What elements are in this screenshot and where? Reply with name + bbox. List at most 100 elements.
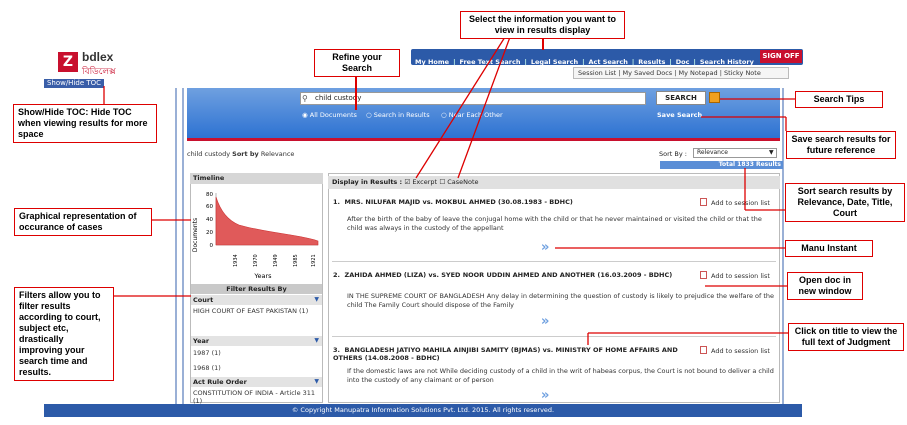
checkbox-excerpt[interactable]: ☑ Excerpt — [404, 178, 437, 186]
manu-instant-icon[interactable]: » — [541, 388, 549, 403]
y-tick: 80 — [206, 192, 213, 198]
save-search-link[interactable]: Save Search — [657, 111, 702, 119]
query-summary: child custody Sort by Relevance — [187, 150, 294, 158]
add-session-1[interactable]: Add to session list — [700, 198, 770, 207]
result-title-3[interactable]: 3. BANGLADESH JATIYO MAHILA AINJIBI SAMI… — [333, 346, 678, 362]
document-icon[interactable] — [700, 271, 707, 279]
result-num: 3. — [333, 346, 340, 354]
total-results: Total 1833 Results — [660, 161, 783, 169]
nav-search-history[interactable]: Search History — [696, 58, 758, 66]
frame-line-left-inner — [182, 88, 184, 404]
y-tick: 40 — [206, 217, 213, 223]
manu-instant-icon[interactable]: » — [541, 240, 549, 255]
sort-select[interactable]: Relevance — [693, 148, 777, 158]
result-title-text[interactable]: BANGLADESH JATIYO MAHILA AINJIBI SAMITY … — [333, 346, 678, 362]
checkbox-label: CaseNote — [447, 178, 479, 186]
add-session-label[interactable]: Add to session list — [711, 347, 770, 355]
radio-all-documents[interactable]: ◉ All Documents — [302, 111, 357, 119]
callout-search-tips: Search Tips — [795, 91, 883, 108]
sorted-by-prefix: Sort by — [232, 150, 259, 158]
nav-doc[interactable]: Doc — [672, 58, 694, 66]
result-excerpt-1: After the birth of the baby of leave the… — [347, 215, 762, 232]
filter-item[interactable]: 1987 (1) — [193, 349, 319, 357]
radio-label: Near Each Other — [448, 111, 503, 119]
frame-line-left — [175, 88, 177, 404]
nav-legal-search[interactable]: Legal Search — [527, 58, 582, 66]
logo-bangla: বিডিলেক্স — [82, 67, 116, 77]
filter-item[interactable]: HIGH COURT OF EAST PAKISTAN (1) — [193, 307, 319, 315]
y-tick: 60 — [206, 204, 213, 210]
sorted-by-value: Relevance — [260, 150, 295, 158]
show-hide-toc-button[interactable]: Show/Hide TOC — [44, 79, 104, 88]
nav-act-search[interactable]: Act Search — [584, 58, 631, 66]
chevron-down-icon: ▼ — [314, 296, 319, 303]
display-label: Display in Results : — [332, 178, 403, 186]
nav-free-text-search[interactable]: Free Text Search — [455, 58, 524, 66]
search-tips-icon[interactable] — [709, 92, 720, 103]
frame-line-right — [782, 88, 784, 404]
footer: © Copyright Manupatra Information Soluti… — [44, 404, 802, 417]
x-tick: 1921 — [311, 254, 317, 267]
document-icon[interactable] — [700, 198, 707, 206]
x-tick: 1934 — [233, 254, 239, 267]
result-divider — [332, 261, 776, 262]
manu-instant-icon[interactable]: » — [541, 314, 549, 329]
radio-label: Search in Results — [373, 111, 430, 119]
sort-by-label: Sort By : — [659, 150, 687, 158]
result-num: 1. — [333, 198, 340, 206]
add-session-label[interactable]: Add to session list — [711, 272, 770, 280]
sub-nav[interactable]: Session List | My Saved Docs | My Notepa… — [573, 67, 789, 79]
filter-group-name: Court — [193, 296, 214, 304]
search-button[interactable]: SEARCH — [656, 91, 706, 105]
filter-group-name: Year — [193, 337, 210, 345]
timeline-chart: Documents 80 60 40 20 0 1934 1970 1949 1… — [192, 192, 319, 280]
search-icon: ⚲ — [302, 94, 308, 103]
sign-off-button[interactable]: SIGN OFF — [760, 50, 802, 63]
checkbox-label: Excerpt — [412, 178, 438, 186]
callout-show-hide-toc: Show/Hide TOC: Hide TOC when viewing res… — [13, 104, 157, 143]
chevron-down-icon: ▼ — [314, 378, 319, 385]
add-session-3[interactable]: Add to session list — [700, 346, 770, 355]
filter-results-title: Filter Results By — [191, 284, 322, 294]
result-title-1[interactable]: 1. MRS. NILUFAR MAJID vs. MOKBUL AHMED (… — [333, 198, 678, 206]
timeline-y-label: Documents — [192, 218, 199, 252]
radio-near-each-other[interactable]: ○ Near Each Other — [441, 111, 503, 119]
callout-manu-instant: Manu Instant — [785, 240, 873, 257]
result-excerpt-2: IN THE SUPREME COURT OF BANGLADESH Any d… — [347, 292, 775, 309]
result-num: 2. — [333, 271, 340, 279]
add-session-2[interactable]: Add to session list — [700, 271, 770, 280]
checkbox-casenote[interactable]: ☐ CaseNote — [439, 178, 478, 186]
nav-results[interactable]: Results — [634, 58, 669, 66]
radio-search-in-results[interactable]: ○ Search in Results — [366, 111, 430, 119]
top-nav: My Home | Free Text Search | Legal Search | Ac… — [411, 49, 803, 66]
y-tick: 0 — [210, 243, 214, 249]
callout-select-info: Select the information you want to view … — [460, 11, 625, 39]
chevron-down-icon: ▼ — [769, 149, 774, 156]
callout-open-doc: Open doc in new window — [787, 272, 863, 300]
callout-click-title: Click on title to view the full text of … — [788, 323, 904, 351]
filter-group-court[interactable]: Court ▼ — [191, 295, 322, 305]
nav-my-home[interactable]: My Home — [411, 58, 453, 66]
filter-group-act-rule-order[interactable]: Act Rule Order ▼ — [191, 377, 322, 387]
search-input[interactable]: child custody — [300, 92, 646, 105]
display-in-results: Display in Results : ☑ Excerpt ☐ CaseNot… — [328, 176, 780, 189]
result-title-2[interactable]: 2. ZAHIDA AHMED (LIZA) vs. SYED NOOR UDD… — [333, 271, 678, 279]
document-icon[interactable] — [700, 346, 707, 354]
filter-item[interactable]: 1968 (1) — [193, 364, 319, 372]
chevron-down-icon: ▼ — [314, 337, 319, 344]
result-excerpt-3: If the domestic laws are not While decid… — [347, 367, 774, 384]
radio-label: All Documents — [309, 111, 357, 119]
filter-item[interactable]: CONSTITUTION OF INDIA - Article 311 (1) — [193, 389, 319, 405]
add-session-label[interactable]: Add to session list — [711, 199, 770, 207]
x-tick: 1985 — [293, 254, 299, 267]
filter-group-year[interactable]: Year ▼ — [191, 336, 322, 346]
timeline-x-label: Years — [253, 272, 272, 280]
x-tick: 1970 — [253, 254, 259, 267]
logo-name: bdlex — [82, 50, 114, 64]
timeline-title: Timeline — [190, 173, 323, 184]
query-text: child custody — [187, 150, 231, 158]
logo-mark: Z — [58, 52, 78, 72]
filter-group-name: Act Rule Order — [193, 378, 247, 386]
result-title-text[interactable]: ZAHIDA AHMED (LIZA) vs. SYED NOOR UDDIN … — [345, 271, 673, 279]
result-title-text[interactable]: MRS. NILUFAR MAJID vs. MOKBUL AHMED (30.… — [345, 198, 573, 206]
